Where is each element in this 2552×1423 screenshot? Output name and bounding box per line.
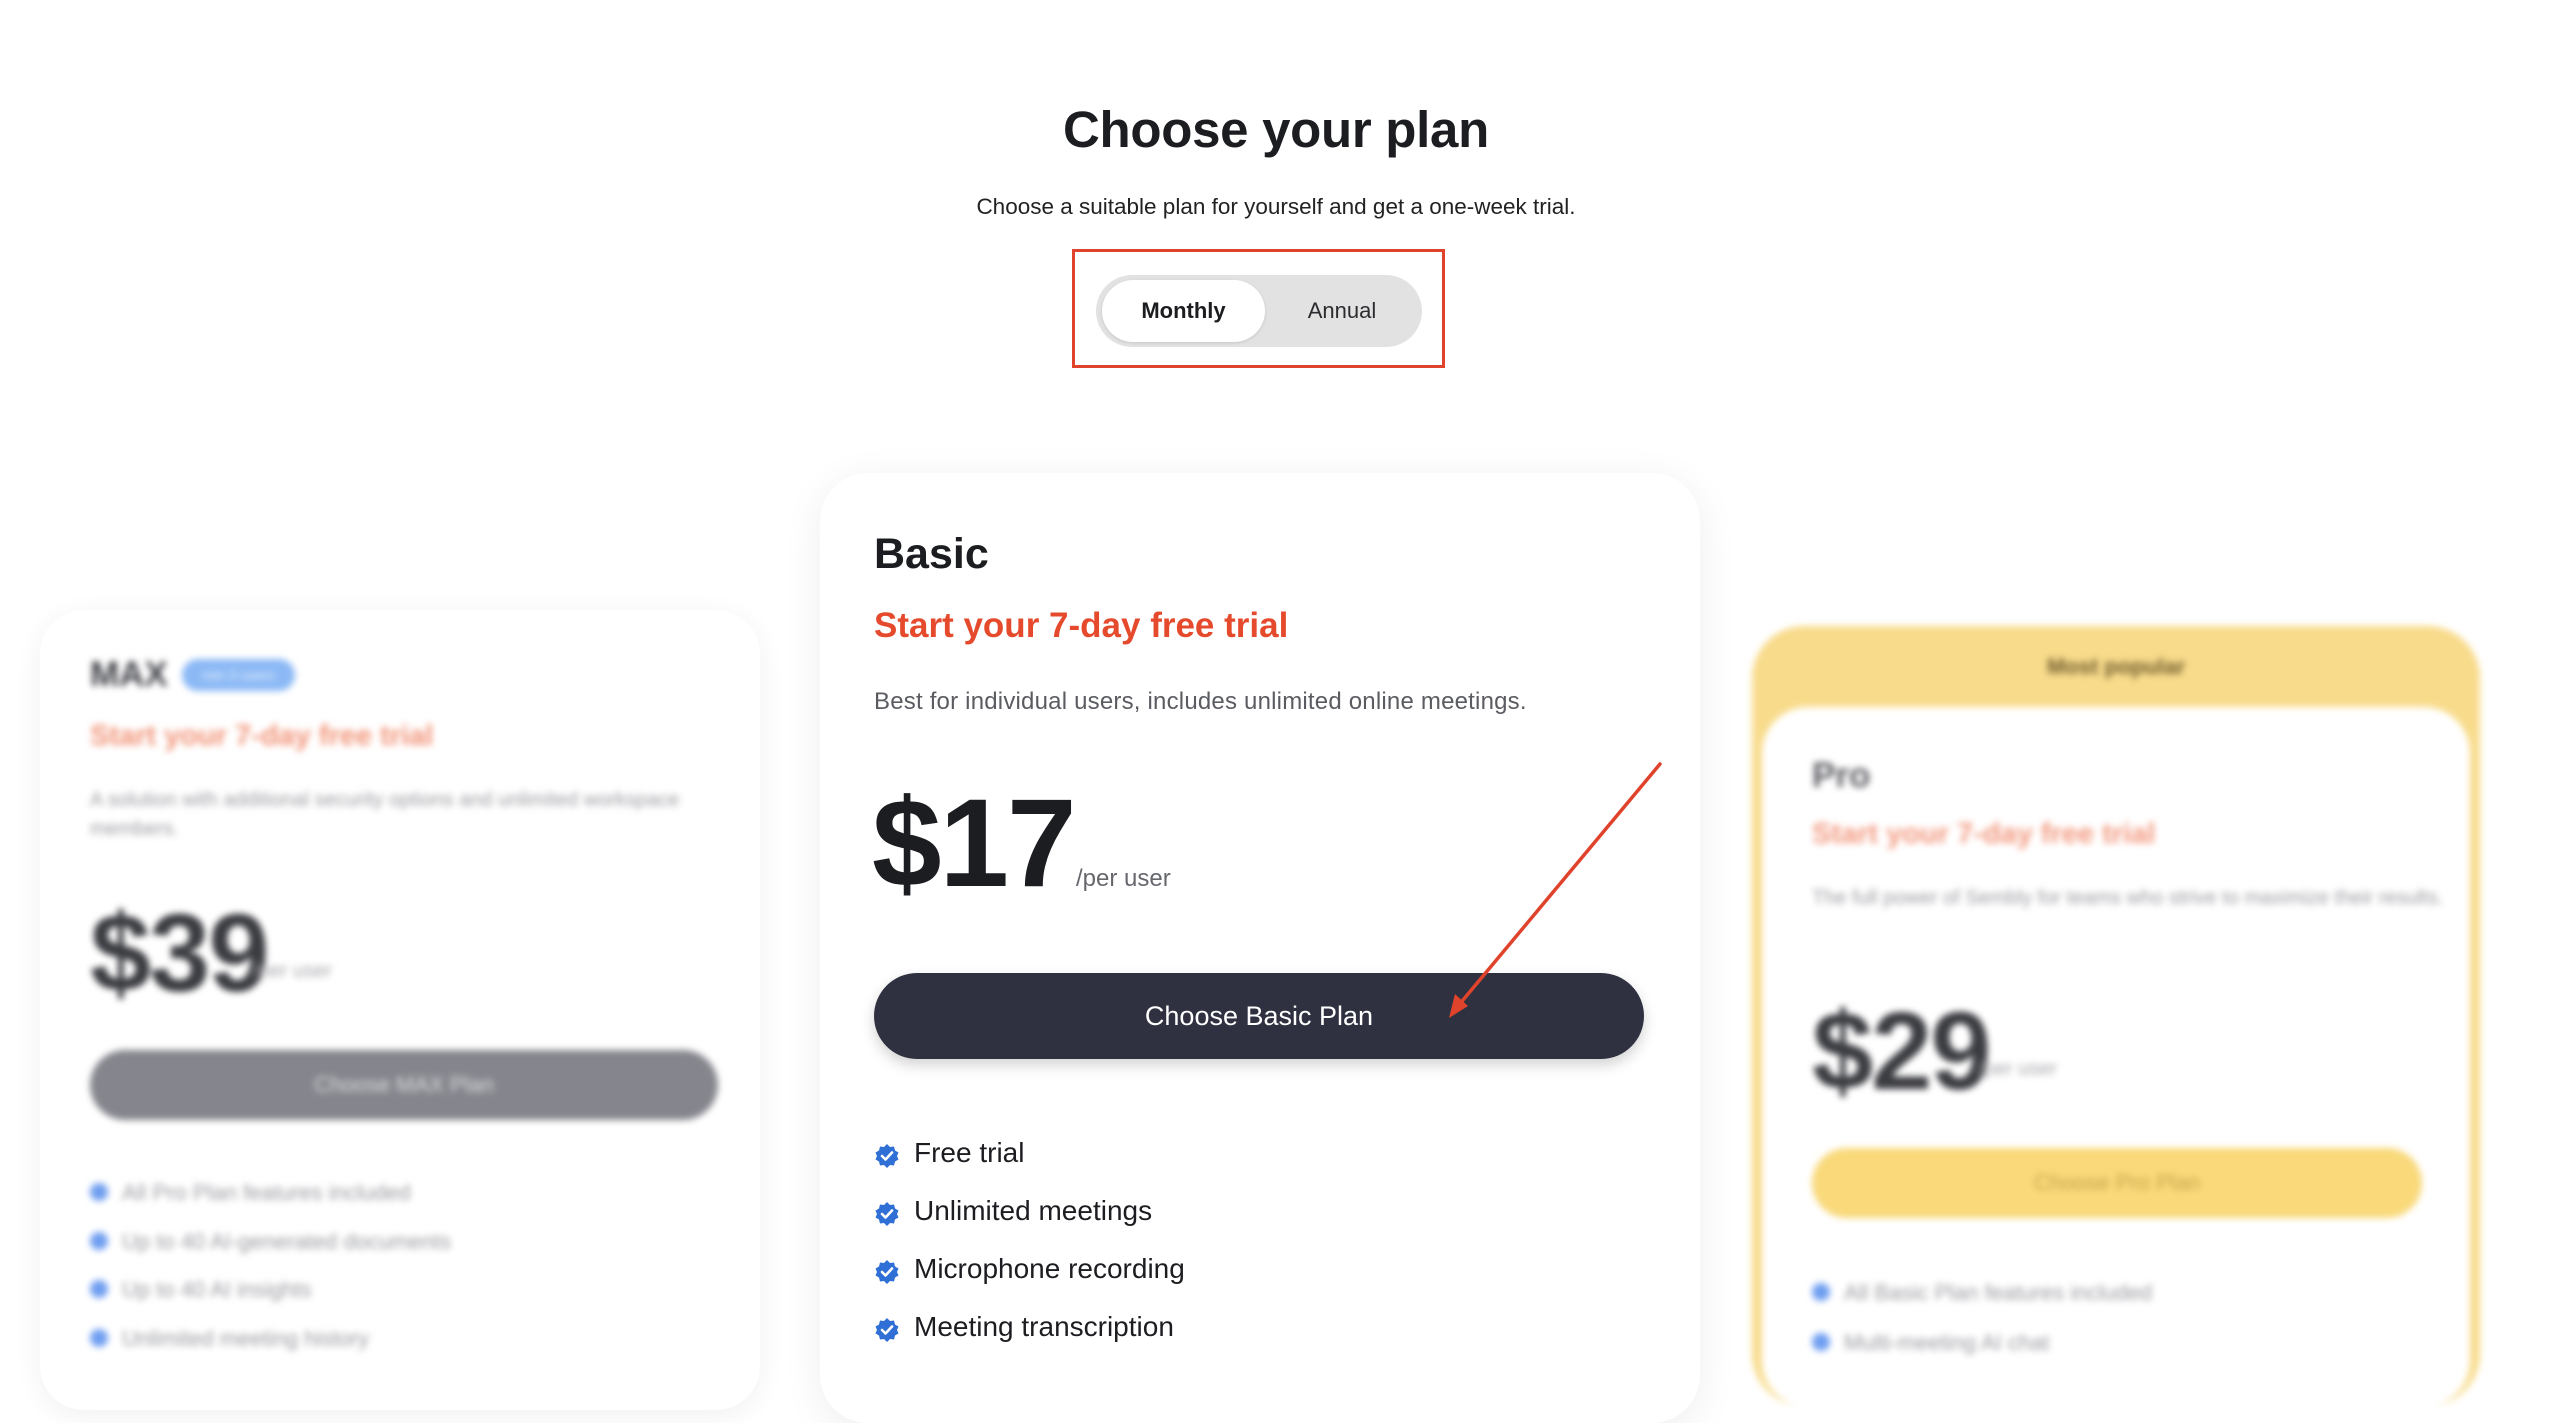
plan-price-unit: /per user: [1076, 865, 1171, 892]
plan-description: The full power of Sembly for teams who s…: [1812, 887, 2444, 909]
toggle-option-monthly[interactable]: Monthly: [1102, 280, 1265, 342]
check-dot-icon: [90, 1280, 108, 1299]
check-dot-icon: [90, 1232, 108, 1251]
feature-label: Up to 40 AI insights: [122, 1277, 312, 1302]
verified-check-icon: [874, 1198, 900, 1226]
plan-badge-label: min 3 users: [202, 667, 275, 683]
plan-trial-text: Start your 7-day free trial: [874, 606, 1289, 645]
feature-label: Microphone recording: [914, 1253, 1185, 1284]
feature-label: Multi-meeting AI chat: [1844, 1330, 2050, 1355]
billing-period-toggle[interactable]: Monthly Annual: [1096, 275, 1422, 347]
feature-item: All Basic Plan features included: [1812, 1280, 2152, 1306]
feature-item: Multi-meeting AI chat: [1812, 1330, 2049, 1356]
plan-name: MAX: [90, 655, 168, 694]
feature-label: Meeting transcription: [914, 1311, 1174, 1342]
feature-label: Free trial: [914, 1137, 1025, 1168]
toggle-option-annual[interactable]: Annual: [1268, 280, 1416, 342]
feature-label: All Pro Plan features included: [122, 1180, 411, 1205]
verified-check-icon: [874, 1140, 900, 1168]
plan-price-unit: /per user: [1978, 1058, 2057, 1080]
verified-check-icon: [874, 1256, 900, 1284]
choose-max-plan-button[interactable]: Choose MAX Plan: [90, 1050, 718, 1120]
feature-item: Up to 40 AI-generated documents: [90, 1229, 451, 1255]
plan-price: $29: [1812, 990, 1992, 1113]
plan-description: A solution with additional security opti…: [90, 789, 680, 840]
choose-pro-plan-button[interactable]: Choose Pro Plan: [1812, 1148, 2422, 1218]
most-popular-ribbon: Most popular: [2046, 654, 2186, 679]
feature-item: Unlimited meetings: [874, 1191, 1152, 1231]
plan-price-unit: /per user: [253, 960, 332, 982]
page-title: Choose your plan: [1063, 101, 1489, 158]
feature-item: Meeting transcription: [874, 1307, 1174, 1347]
feature-label: Unlimited meetings: [914, 1195, 1153, 1226]
plan-name: Basic: [874, 530, 989, 578]
feature-item: Unlimited meeting history: [90, 1326, 369, 1352]
plan-price: $39: [90, 892, 270, 1015]
check-dot-icon: [1812, 1283, 1830, 1302]
page-subtitle: Choose a suitable plan for yourself and …: [976, 194, 1576, 219]
feature-label: Unlimited meeting history: [122, 1326, 369, 1351]
plan-price: $17: [872, 774, 1077, 913]
feature-item: Up to 40 AI insights: [90, 1277, 312, 1303]
feature-item: All Pro Plan features included: [90, 1180, 411, 1206]
feature-item: Free trial: [874, 1133, 1024, 1173]
check-dot-icon: [90, 1183, 108, 1202]
feature-item: Microphone recording: [874, 1249, 1185, 1289]
verified-check-icon: [874, 1314, 900, 1342]
check-dot-icon: [90, 1329, 108, 1348]
plan-trial-text: Start your 7-day free trial: [90, 720, 434, 752]
feature-label: Up to 40 AI-generated documents: [122, 1229, 451, 1254]
check-dot-icon: [1812, 1333, 1830, 1352]
feature-label: All Basic Plan features included: [1844, 1280, 2153, 1305]
plan-description: Best for individual users, includes unli…: [874, 688, 1527, 715]
plan-trial-text: Start your 7-day free trial: [1812, 818, 2156, 850]
choose-basic-plan-button[interactable]: Choose Basic Plan: [874, 973, 1644, 1059]
plan-name: Pro: [1812, 756, 1871, 795]
plan-badge: min 3 users: [182, 659, 295, 691]
